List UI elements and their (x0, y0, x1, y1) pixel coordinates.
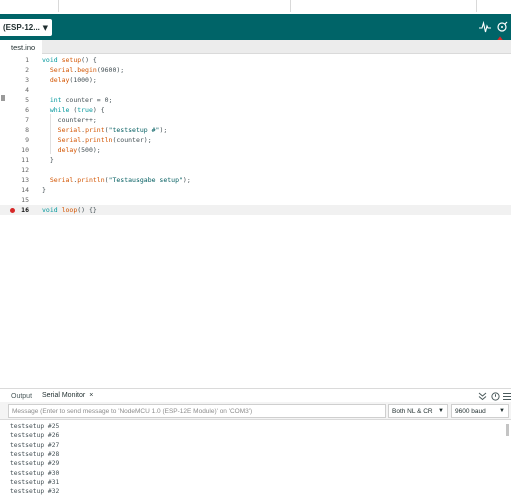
output-line: testsetup #25 (10, 423, 60, 430)
code-text: delay(1000); (49, 76, 97, 84)
output-line: testsetup #29 (10, 460, 60, 468)
output-line: testsetup #32 (10, 488, 60, 496)
code-line[interactable]: 8 Serial.print("testsetup #"); (0, 125, 511, 135)
code-line[interactable]: 13 Serial.println("Testausgabe setup"); (0, 175, 511, 185)
code-line[interactable]: 5 int counter = 0; (0, 95, 511, 105)
board-selector[interactable]: (ESP-12... ▼ (0, 19, 52, 36)
tab-test-ino[interactable]: test.ino (0, 40, 42, 54)
code-line[interactable]: 6 while (true) { (0, 105, 511, 115)
code-text: while (true) { (49, 106, 105, 114)
serial-plotter-button[interactable] (477, 19, 493, 35)
code-text: void setup() { (42, 56, 97, 64)
code-line[interactable]: 3 delay(1000); (0, 75, 511, 85)
code-text: delay(500); (57, 146, 101, 154)
code-line[interactable]: 12 (0, 165, 511, 175)
output-line: testsetup #31 (10, 478, 60, 486)
output-scrollbar[interactable] (506, 424, 509, 436)
code-text: int counter = 0; (49, 96, 113, 104)
serial-monitor-toolbar: Both NL & CR ▼ 9600 baud ▼ (0, 402, 511, 420)
close-icon[interactable]: × (89, 392, 93, 399)
code-text: counter++; (42, 116, 97, 124)
output-line: testsetup #27 (10, 441, 60, 449)
board-selector-label: (ESP-12... (3, 23, 40, 32)
line-number: 16 (21, 206, 29, 214)
output-line: testsetup #30 (10, 469, 60, 477)
line-number: 7 (25, 116, 29, 124)
line-ending-value: Both NL & CR (392, 407, 433, 415)
chevron-down-icon: ▼ (499, 408, 505, 414)
serial-monitor-button[interactable] (494, 19, 510, 35)
output-line: testsetup #28 (10, 450, 60, 458)
code-line[interactable]: 2 Serial.begin(9600); (0, 65, 511, 75)
code-line[interactable]: 7 counter++; (0, 115, 511, 125)
line-number: 1 (25, 56, 29, 64)
chevron-down-icon: ▼ (42, 24, 48, 32)
chevron-down-icon: ▼ (438, 408, 444, 414)
divider (476, 0, 477, 12)
divider (58, 0, 59, 12)
code-line[interactable]: 11 } (0, 155, 511, 165)
output-line: testsetup #26 (10, 432, 60, 440)
line-number: 12 (21, 166, 29, 174)
baud-rate-value: 9600 baud (455, 407, 486, 415)
tab-serial-monitor-label: Serial Monitor (42, 392, 86, 399)
line-number: 5 (25, 96, 29, 104)
pulse-icon (479, 21, 491, 33)
code-line[interactable]: 1 void setup() { (0, 55, 511, 65)
line-number: 9 (25, 136, 29, 144)
line-number: 11 (21, 156, 29, 164)
message-input[interactable] (8, 404, 386, 418)
bottom-panel-tabs: Output Serial Monitor × (0, 388, 511, 403)
code-text: void loop() {} (42, 206, 97, 214)
line-number: 13 (21, 176, 29, 184)
divider (290, 0, 291, 12)
code-text: } (42, 156, 54, 164)
menu-more-icon[interactable] (503, 392, 511, 401)
line-number: 2 (25, 66, 29, 74)
line-number: 15 (21, 196, 29, 204)
code-editor[interactable]: 1 void setup() {2 Serial.begin(9600); 3 de… (0, 54, 511, 386)
window-top-strip (0, 0, 511, 14)
line-number: 4 (25, 86, 29, 94)
tab-output-label: Output (11, 392, 33, 400)
code-line[interactable]: 14} (0, 185, 511, 195)
code-text: Serial.print("testsetup #"); (57, 126, 168, 134)
baud-rate-select[interactable]: 9600 baud ▼ (451, 404, 509, 418)
timestamp-clock-icon[interactable] (491, 391, 500, 401)
code-line[interactable]: 16 void loop() {} (0, 205, 511, 215)
toggle-autoscroll-icon[interactable] (478, 392, 487, 401)
tab-output[interactable]: Output (11, 389, 32, 403)
line-number: 8 (25, 126, 29, 134)
tab-label: test.ino (11, 42, 36, 52)
line-number: 14 (21, 186, 29, 194)
code-line[interactable]: 15 (0, 195, 511, 205)
line-number: 6 (25, 106, 29, 114)
tab-serial-monitor[interactable]: Serial Monitor × (42, 389, 94, 403)
file-tab-bar: test.ino (0, 40, 511, 54)
serial-output: testsetup #25 testsetup #26 testsetup #27 t… (0, 420, 511, 499)
code-text: Serial.begin(9600); (49, 66, 125, 74)
toolbar: (ESP-12... ▼ (0, 14, 511, 40)
code-text: Serial.println("Testausgabe setup"); (49, 176, 191, 184)
code-line[interactable]: 9 Serial.println(counter); (0, 135, 511, 145)
line-ending-select[interactable]: Both NL & CR ▼ (388, 404, 448, 418)
line-number: 3 (25, 76, 29, 84)
magnifier-icon (497, 21, 508, 32)
line-number: 10 (21, 146, 29, 154)
code-text: Serial.println(counter); (57, 136, 152, 144)
code-line[interactable]: 4 (0, 85, 511, 95)
code-line[interactable]: 10 delay(500); (0, 145, 511, 155)
code-text: } (42, 186, 46, 194)
